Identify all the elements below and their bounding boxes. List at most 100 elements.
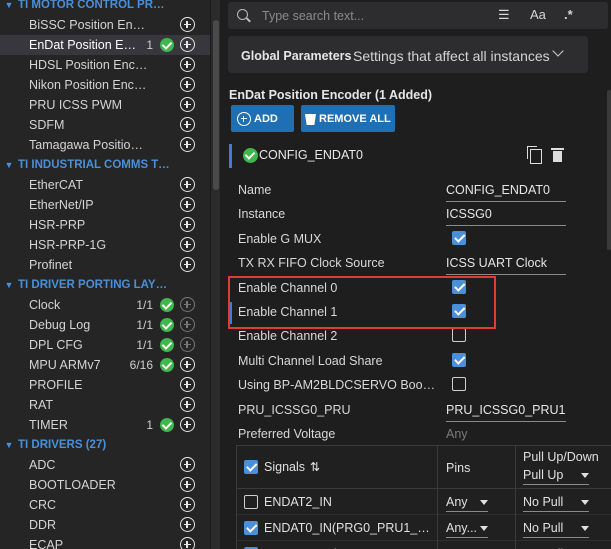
sidebar-category[interactable]: ▼ TI MOTOR CONTROL PROTO... [0, 0, 210, 15]
sidebar-category[interactable]: ▼ TI DRIVERS (27) [0, 435, 210, 455]
sidebar-item[interactable]: BOOTLOADER [0, 475, 210, 495]
sidebar-item[interactable]: SDFM [0, 115, 210, 135]
sidebar-category-label: TI INDUSTRIAL COMMS TOOLKIT [18, 159, 173, 171]
add-instance-icon[interactable] [180, 17, 195, 32]
pin-select[interactable]: Any [446, 495, 488, 512]
pin-value: Any [446, 495, 468, 509]
add-instance-icon[interactable] [180, 477, 195, 492]
add-instance-icon[interactable] [180, 97, 195, 112]
sidebar-item[interactable]: Tamagawa Position Encoder [0, 135, 210, 155]
sidebar-item-label: RAT [29, 398, 54, 412]
add-instance-icon[interactable] [180, 257, 195, 272]
search-bar[interactable]: Type search text... ☰ Aa .* [228, 2, 608, 29]
delete-icon[interactable] [551, 147, 564, 162]
property-input[interactable]: CONFIG_ENDAT0 [446, 183, 566, 202]
sidebar-item[interactable]: RAT [0, 395, 210, 415]
add-instance-icon[interactable] [180, 137, 195, 152]
add-instance-icon[interactable] [180, 57, 195, 72]
add-instance-icon[interactable] [180, 177, 195, 192]
match-case-button[interactable]: Aa [530, 7, 546, 22]
property-input[interactable]: PRU_ICSSG0_PRU1 [446, 403, 566, 422]
sidebar-item[interactable]: BiSSC Position Encoder [0, 15, 210, 35]
sidebar-item-label: ADC [29, 458, 56, 472]
sidebar-item[interactable]: Nikon Position Encoder [0, 75, 210, 95]
pull-select[interactable]: No Pull [523, 495, 589, 512]
pull-value: No Pull [523, 495, 564, 509]
sidebar-scrollbar-thumb[interactable] [213, 20, 219, 190]
add-instance-icon[interactable] [180, 377, 195, 392]
add-instance-icon[interactable] [180, 357, 195, 372]
add-instance-icon[interactable] [180, 457, 195, 472]
pin-select[interactable]: Any... [446, 521, 488, 538]
sidebar-item[interactable]: Profinet [0, 255, 210, 275]
sidebar-item-label: ECAP [29, 538, 64, 549]
sidebar-item[interactable]: EtherNet/IP [0, 195, 210, 215]
sidebar-scrollbar[interactable] [210, 0, 220, 549]
sidebar-item[interactable]: DDR [0, 515, 210, 535]
sidebar-item[interactable]: CRC [0, 495, 210, 515]
search-input[interactable]: Type search text... [262, 9, 364, 23]
check-circle-icon [160, 298, 174, 312]
sidebar-category[interactable]: ▼ TI INDUSTRIAL COMMS TOOLKIT [0, 155, 210, 175]
pull-header-select[interactable]: Pull Up [523, 468, 589, 485]
sidebar-item-label: Tamagawa Position Encoder [29, 138, 149, 152]
sidebar-item[interactable]: HSR-PRP [0, 215, 210, 235]
sort-icon[interactable]: ⇅ [310, 460, 320, 474]
property-input[interactable]: ICSSG0 [446, 207, 566, 227]
sidebar-item[interactable]: EtherCAT [0, 175, 210, 195]
sidebar-item[interactable]: DPL CFG 1/1 [0, 335, 210, 355]
add-instance-icon[interactable] [180, 217, 195, 232]
sidebar-item[interactable]: Clock 1/1 [0, 295, 210, 315]
add-instance-icon[interactable] [180, 37, 195, 52]
sidebar-item[interactable]: PROFILE [0, 375, 210, 395]
add-instance-icon[interactable] [180, 197, 195, 212]
sidebar-item[interactable]: Debug Log 1/1 [0, 315, 210, 335]
sidebar-item-label: SDFM [29, 118, 65, 132]
chevron-down-icon: ▼ [4, 0, 14, 10]
global-parameters-section[interactable]: Global Parameters Settings that affect a… [228, 36, 588, 73]
add-instance-icon[interactable] [180, 117, 195, 132]
add-instance-icon[interactable] [180, 537, 195, 549]
sidebar-category-label: TI DRIVERS (27) [18, 439, 107, 451]
sidebar-item[interactable]: ADC [0, 455, 210, 475]
signal-checkbox[interactable] [244, 521, 258, 535]
sidebar-item[interactable]: PRU ICSS PWM [0, 95, 210, 115]
copy-icon[interactable] [527, 146, 542, 164]
remove-all-button[interactable]: REMOVE ALL [301, 105, 395, 132]
property-checkbox[interactable] [452, 328, 466, 343]
add-button[interactable]: ADD [231, 105, 294, 132]
property-input[interactable]: Any [446, 427, 566, 446]
sidebar-category[interactable]: ▼ TI DRIVER PORTING LAYER (DPL) [0, 275, 210, 295]
add-instance-icon[interactable] [180, 497, 195, 512]
add-instance-icon[interactable] [180, 397, 195, 412]
property-checkbox[interactable] [452, 377, 466, 392]
regex-button[interactable]: .* [564, 7, 573, 22]
sidebar-item[interactable]: EnDat Position Encoder1 [0, 35, 210, 55]
pull-select[interactable]: No Pull [523, 521, 589, 538]
signal-checkbox[interactable] [244, 495, 258, 509]
sidebar-item[interactable]: ECAP [0, 535, 210, 549]
property-input[interactable]: ICSS UART Clock [446, 256, 566, 276]
sidebar-item[interactable]: MPU ARMv7 6/16 [0, 355, 210, 375]
property-checkbox[interactable] [452, 279, 466, 294]
signals-select-all-checkbox[interactable] [244, 460, 258, 474]
chevron-down-icon[interactable] [552, 45, 564, 57]
sidebar-item-label: DDR [29, 518, 57, 532]
panel-scrollbar[interactable] [607, 90, 611, 250]
sidebar-item[interactable]: HDSL Position Encoder [0, 55, 210, 75]
property-checkbox[interactable] [452, 304, 466, 318]
property-checkbox[interactable] [452, 352, 466, 367]
chevron-down-icon: ▼ [4, 160, 14, 170]
property-checkbox[interactable] [452, 230, 466, 245]
add-instance-icon[interactable] [180, 237, 195, 252]
list-view-icon[interactable]: ☰ [498, 7, 510, 23]
sidebar-item[interactable]: HSR-PRP-1G [0, 235, 210, 255]
sidebar-item-label: HSR-PRP-1G [29, 238, 107, 252]
add-instance-icon[interactable] [180, 417, 195, 432]
add-instance-icon[interactable] [180, 517, 195, 532]
add-instance-icon[interactable] [180, 77, 195, 92]
signals-header-label: Signals [264, 460, 305, 474]
instance-count: 6/16 [129, 358, 153, 372]
instance-header[interactable]: CONFIG_ENDAT0 [229, 140, 601, 170]
sidebar-item[interactable]: TIMER 1 [0, 415, 210, 435]
